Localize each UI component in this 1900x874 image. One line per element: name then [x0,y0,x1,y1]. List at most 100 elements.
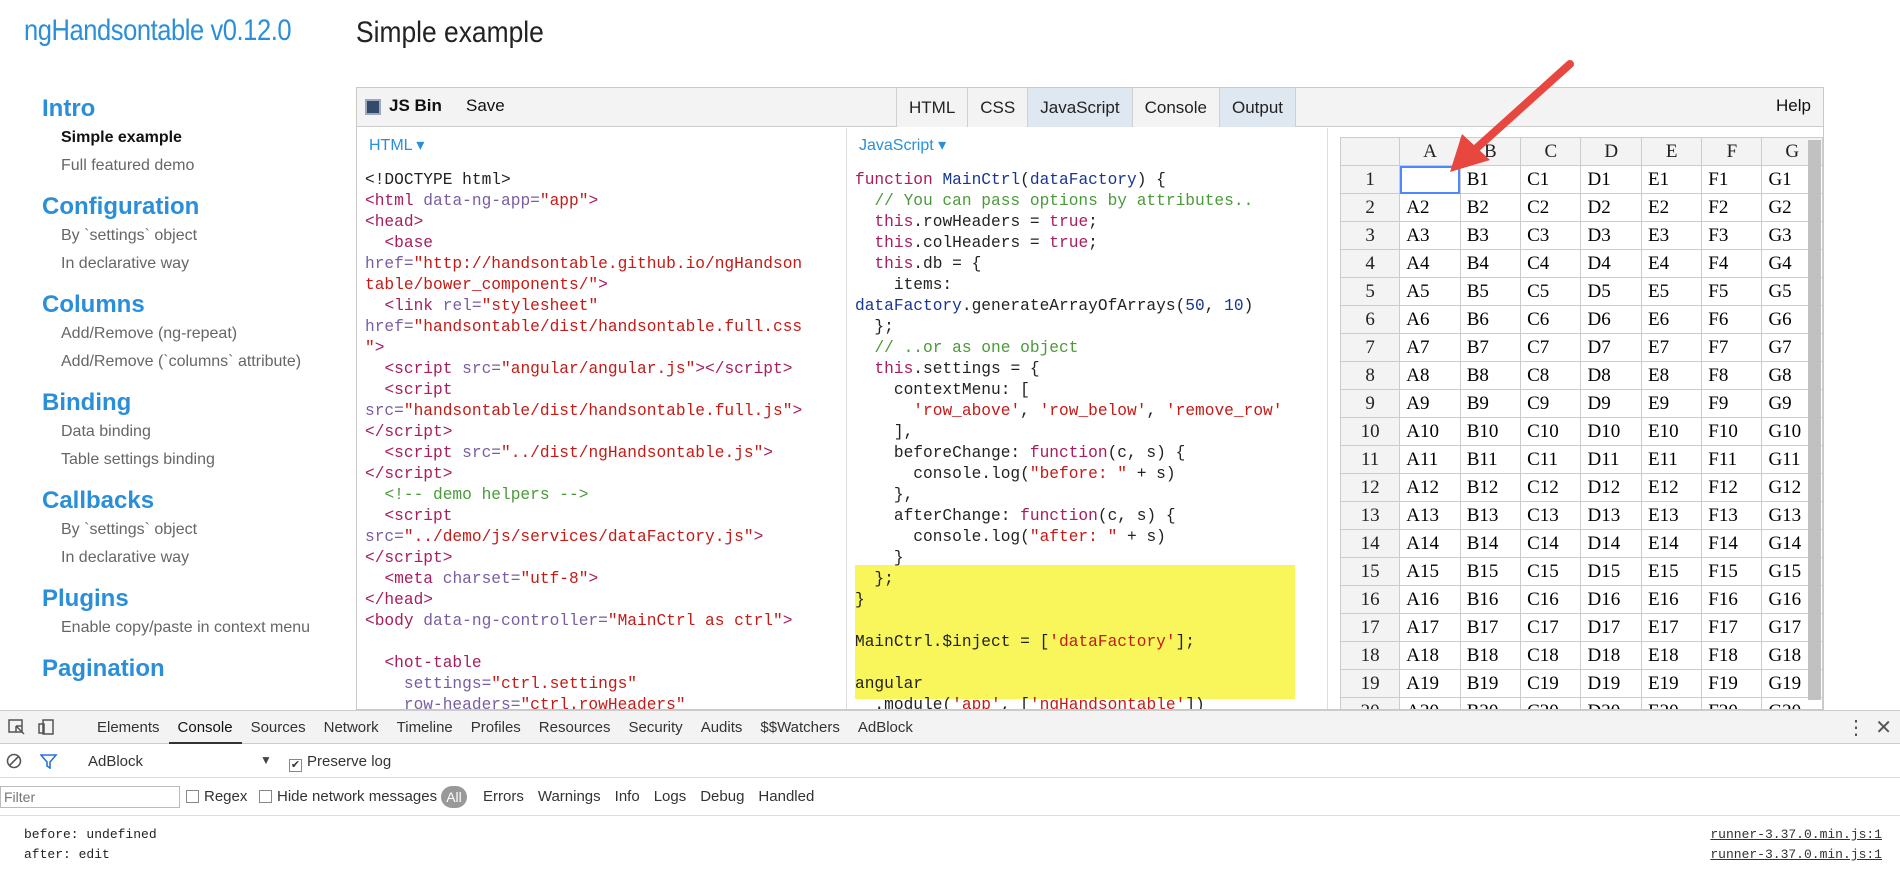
grid-cell[interactable]: B18 [1459,641,1522,670]
inspect-icon[interactable] [8,719,26,735]
grid-cell[interactable]: F7 [1701,333,1763,362]
devtools-tab-console[interactable]: Console [168,711,242,744]
row-header[interactable]: 20 [1339,697,1401,709]
row-header[interactable]: 7 [1339,333,1401,362]
grid-cell[interactable]: D7 [1580,333,1642,362]
grid-cell[interactable]: C5 [1520,277,1582,306]
grid-cell[interactable]: F13 [1701,501,1763,530]
level-all-button[interactable]: All [441,786,467,808]
column-header[interactable]: D [1580,137,1642,166]
grid-cell[interactable]: A14 [1399,529,1461,558]
grid-cell[interactable]: B17 [1459,613,1522,642]
grid-cell[interactable]: B2 [1459,193,1522,222]
nav-heading[interactable]: Intro [42,94,342,124]
devtools-tab-security[interactable]: Security [620,711,692,744]
nav-heading[interactable]: Plugins [42,584,342,614]
row-header[interactable]: 1 [1339,165,1401,194]
level-errors[interactable]: Errors [483,788,524,805]
grid-cell[interactable]: C8 [1520,361,1582,390]
nav-link[interactable]: Table settings binding [42,446,342,474]
grid-cell[interactable]: A9 [1399,389,1461,418]
grid-cell[interactable]: A6 [1399,305,1461,334]
grid-cell[interactable]: E1 [1640,165,1703,194]
grid-cell[interactable]: B11 [1459,445,1522,474]
grid-cell[interactable]: E11 [1640,445,1703,474]
grid-cell[interactable]: A10 [1399,417,1461,446]
clear-console-icon[interactable] [6,753,24,769]
grid-cell[interactable]: F2 [1701,193,1763,222]
grid-cell[interactable]: E8 [1640,361,1703,390]
row-header[interactable]: 16 [1339,585,1401,614]
nav-link[interactable]: Simple example [42,124,342,152]
grid-cell[interactable]: F4 [1701,249,1763,278]
grid-cell[interactable]: B3 [1459,221,1522,250]
grid-cell[interactable]: D12 [1580,473,1642,502]
level-handled[interactable]: Handled [758,788,814,805]
grid-cell[interactable]: D16 [1580,585,1642,614]
grid-cell[interactable]: F12 [1701,473,1763,502]
save-button[interactable]: Save [466,96,505,116]
grid-cell[interactable]: E4 [1640,249,1703,278]
grid-cell[interactable]: E18 [1640,641,1703,670]
grid-cell[interactable]: F18 [1701,641,1763,670]
device-icon[interactable] [38,719,56,735]
nav-link[interactable]: Data binding [42,418,342,446]
preserve-log-checkbox[interactable]: ✔ Preserve log [289,753,391,772]
grid-cell[interactable]: D13 [1580,501,1642,530]
grid-cell[interactable]: F17 [1701,613,1763,642]
grid-cell[interactable]: D9 [1580,389,1642,418]
nav-heading[interactable]: Binding [42,388,342,418]
grid-cell[interactable]: B20 [1459,697,1522,709]
devtools-tab-resources[interactable]: Resources [530,711,620,744]
grid-cell[interactable]: B14 [1459,529,1522,558]
grid-cell[interactable]: D15 [1580,557,1642,586]
log-source-link[interactable]: runner-3.37.0.min.js:1 [1710,847,1882,862]
grid-cell[interactable]: A5 [1399,277,1461,306]
devtools-tab-profiles[interactable]: Profiles [462,711,530,744]
grid-cell[interactable]: C20 [1520,697,1582,709]
nav-heading[interactable]: Pagination [42,654,342,684]
level-info[interactable]: Info [615,788,640,805]
row-header[interactable]: 18 [1339,641,1401,670]
html-pane[interactable]: HTML ▾ <!DOCTYPE html> <html data-ng-app… [357,128,847,709]
row-header[interactable]: 8 [1339,361,1401,390]
grid-cell[interactable]: E17 [1640,613,1703,642]
grid-cell[interactable]: C6 [1520,305,1582,334]
grid-cell[interactable]: C12 [1520,473,1582,502]
devtools-tab-timeline[interactable]: Timeline [388,711,462,744]
row-header[interactable]: 3 [1339,221,1401,250]
grid-cell[interactable]: F15 [1701,557,1763,586]
grid-cell[interactable]: F11 [1701,445,1763,474]
grid-cell[interactable]: B15 [1459,557,1522,586]
tab-output[interactable]: Output [1219,88,1297,127]
grid-cell[interactable]: B13 [1459,501,1522,530]
context-select[interactable]: AdBlock [88,753,143,770]
filter-icon[interactable] [40,753,58,769]
grid-cell[interactable]: C7 [1520,333,1582,362]
hide-network-checkbox[interactable]: Hide network messages [259,788,437,805]
grid-cell[interactable]: B10 [1459,417,1522,446]
grid-cell[interactable]: A7 [1399,333,1461,362]
grid-cell[interactable]: F10 [1701,417,1763,446]
grid-cell[interactable]: E15 [1640,557,1703,586]
grid-cell[interactable]: D5 [1580,277,1642,306]
grid-cell[interactable]: B9 [1459,389,1522,418]
nav-link[interactable]: In declarative way [42,544,342,572]
grid-cell[interactable]: E7 [1640,333,1703,362]
grid-cell[interactable]: D6 [1580,305,1642,334]
grid-cell[interactable]: E3 [1640,221,1703,250]
row-header[interactable]: 5 [1339,277,1401,306]
grid-cell[interactable]: E13 [1640,501,1703,530]
nav-link[interactable]: Enable copy/paste in context menu [42,614,342,642]
nav-link[interactable]: In declarative way [42,250,342,278]
grid-cell[interactable]: D11 [1580,445,1642,474]
scrollbar[interactable] [1808,140,1821,700]
row-header[interactable]: 19 [1339,669,1401,698]
devtools-tab-adblock[interactable]: AdBlock [849,711,922,744]
row-header[interactable]: 2 [1339,193,1401,222]
grid-cell[interactable]: F5 [1701,277,1763,306]
grid-cell[interactable]: D1 [1580,165,1642,194]
grid-cell[interactable]: A8 [1399,361,1461,390]
nav-link[interactable]: By `settings` object [42,516,342,544]
nav-link[interactable]: Full featured demo [42,152,342,180]
